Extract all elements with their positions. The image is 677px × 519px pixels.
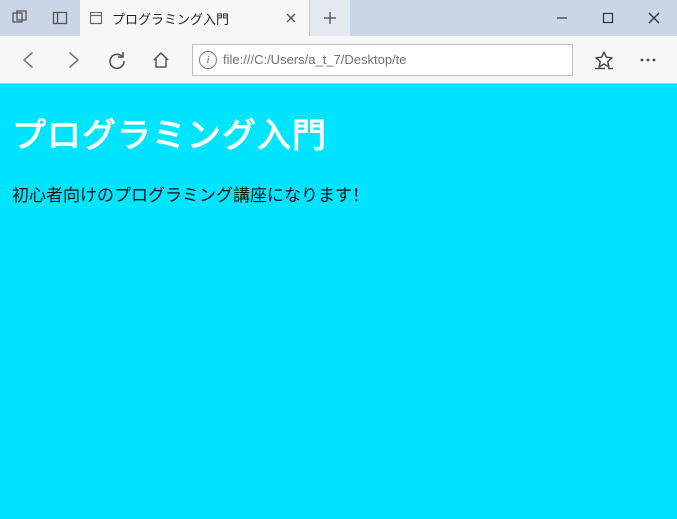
window-close-button[interactable] [631,0,677,36]
page-paragraph: 初心者向けのプログラミング講座になります！ [12,181,665,206]
window-maximize-button[interactable] [585,0,631,36]
tab-actions-icon[interactable] [0,0,40,36]
page-icon [88,11,104,25]
favorites-button[interactable] [583,40,625,80]
window-controls [539,0,677,36]
forward-button[interactable] [52,40,94,80]
browser-toolbar: i file:///C:/Users/a_t_7/Desktop/te [0,36,677,84]
home-button[interactable] [140,40,182,80]
close-tab-icon[interactable] [283,10,299,26]
tab-title: プログラミング入門 [112,9,275,28]
page-content: プログラミング入門 初心者向けのプログラミング講座になります！ [0,84,677,519]
page-heading: プログラミング入門 [12,108,665,157]
new-tab-button[interactable] [310,0,350,36]
site-info-icon[interactable]: i [199,51,217,69]
titlebar-left [0,0,80,36]
window-titlebar: プログラミング入門 [0,0,677,36]
address-bar[interactable]: i file:///C:/Users/a_t_7/Desktop/te [192,44,573,76]
set-aside-icon[interactable] [40,0,80,36]
more-button[interactable] [627,40,669,80]
back-button[interactable] [8,40,50,80]
titlebar-spacer[interactable] [350,0,539,36]
browser-tab[interactable]: プログラミング入門 [80,0,310,36]
url-text: file:///C:/Users/a_t_7/Desktop/te [223,52,566,67]
refresh-button[interactable] [96,40,138,80]
window-minimize-button[interactable] [539,0,585,36]
